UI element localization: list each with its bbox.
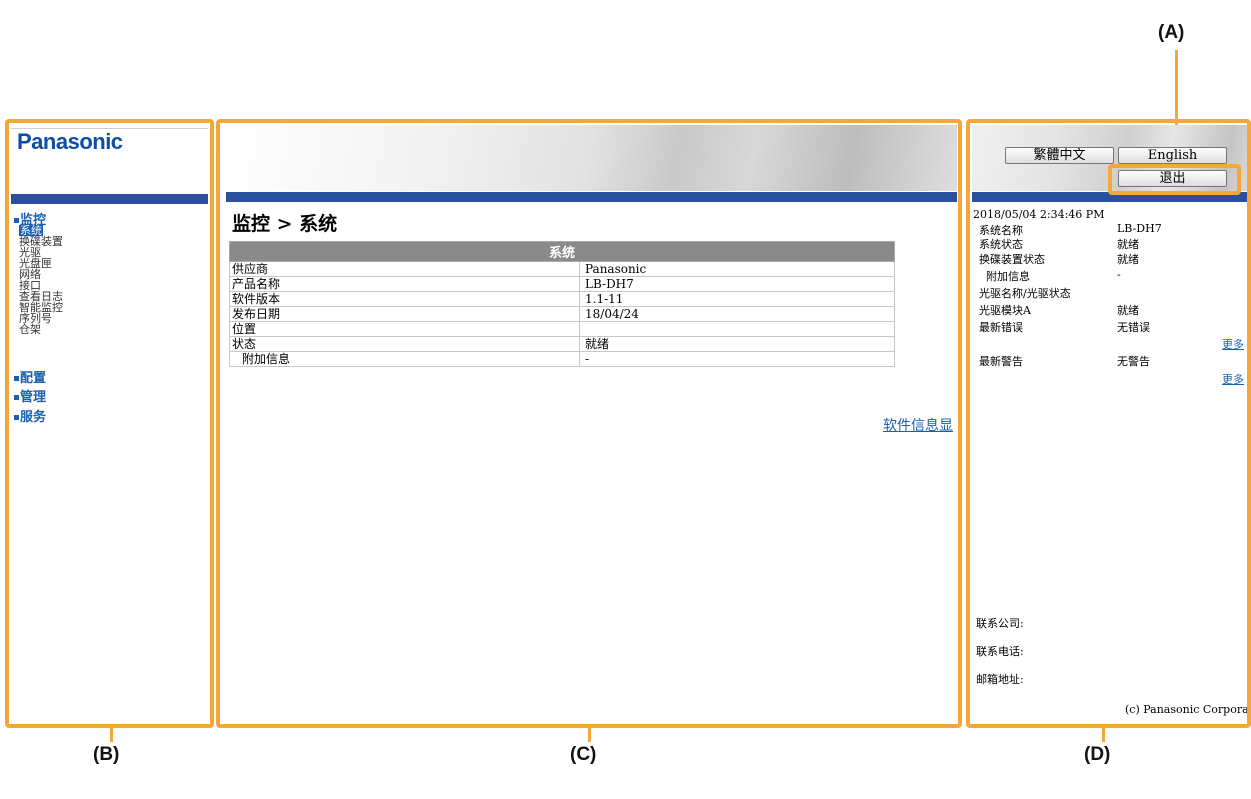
frame-d — [966, 119, 1251, 728]
frame-c — [216, 119, 962, 728]
connector-c — [588, 726, 591, 742]
frame-a — [1108, 164, 1241, 195]
callout-c: (C) — [570, 744, 597, 765]
connector-d — [1102, 726, 1105, 742]
frame-b — [5, 119, 214, 728]
callout-a: (A) — [1158, 22, 1185, 43]
connector-b — [110, 726, 113, 742]
callout-b: (B) — [93, 744, 120, 765]
callout-d: (D) — [1084, 744, 1111, 765]
